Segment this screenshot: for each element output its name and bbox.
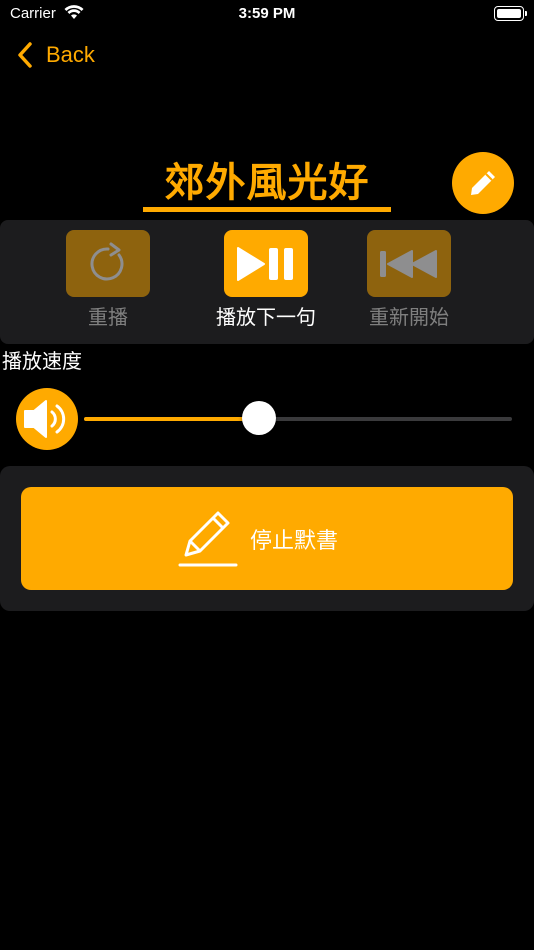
play-next-label: 播放下一句 [216, 305, 316, 329]
restart-label: 重新開始 [369, 305, 449, 329]
restart-button[interactable]: 重新開始 [354, 230, 464, 330]
play-pause-icon [237, 246, 293, 281]
playback-controls-panel: 重播 播放下一句 重新開始 [0, 220, 534, 344]
stop-dictation-label: 停止默書 [249, 528, 338, 554]
pencil-write-icon [178, 511, 238, 566]
skip-to-start-icon [380, 249, 437, 278]
battery-icon [494, 6, 527, 21]
pencil-icon [471, 171, 495, 195]
stop-dictation-button[interactable]: 停止默書 [21, 487, 513, 590]
speaker-icon [24, 400, 66, 438]
speed-slider-fill [84, 417, 260, 421]
speed-slider-thumb[interactable] [242, 401, 277, 435]
back-label: Back [46, 42, 95, 67]
status-bar: Carrier 3:59 PM [0, 0, 534, 28]
replay-icon-box [66, 230, 150, 297]
speed-label: 播放速度 [2, 349, 82, 373]
back-button[interactable]: Back [16, 38, 95, 72]
restart-icon-box [367, 230, 451, 297]
lesson-title: 郊外風光好 [164, 160, 370, 206]
edit-button[interactable] [452, 152, 514, 214]
replay-label: 重播 [88, 305, 128, 329]
dictation-panel: 停止默書 [0, 466, 534, 611]
speaker-button[interactable] [16, 388, 78, 450]
clock: 3:59 PM [238, 5, 296, 22]
chevron-left-icon [18, 42, 32, 68]
play-next-button[interactable]: 播放下一句 [196, 230, 336, 330]
replay-button[interactable]: 重播 [53, 230, 163, 330]
title-underline [143, 207, 391, 212]
speed-slider[interactable] [84, 401, 512, 435]
play-pause-icon-box [224, 230, 308, 297]
replay-icon [90, 242, 124, 280]
